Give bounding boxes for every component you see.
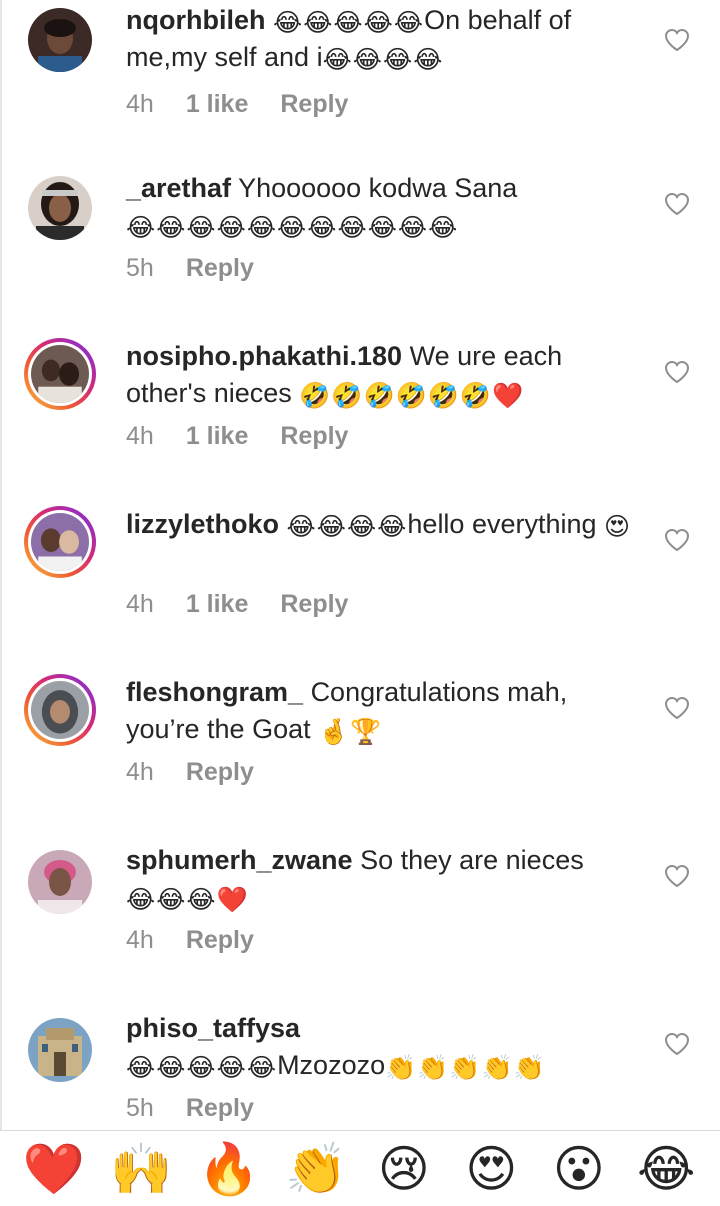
- comment-meta: 4h Reply: [126, 926, 286, 955]
- like-count[interactable]: 1 like: [186, 590, 249, 619]
- comment-username[interactable]: lizzylethoko: [126, 509, 279, 539]
- comment-meta: 4h 1 like Reply: [126, 90, 380, 119]
- spacer-text: [353, 845, 361, 875]
- like-heart-icon[interactable]: [664, 192, 690, 216]
- comment-meta: 4h Reply: [126, 758, 286, 787]
- reply-button[interactable]: Reply: [186, 254, 254, 283]
- clapping-hands-reaction-icon[interactable]: 👏: [284, 1137, 348, 1201]
- comment-item: sphumerh_zwane So they are nieces 😂😂😂❤️ 4…: [0, 845, 720, 1014]
- comment-meta: 5h Reply: [126, 1094, 286, 1123]
- red-heart-reaction-icon[interactable]: ❤️: [22, 1137, 86, 1201]
- avatar[interactable]: [24, 506, 96, 578]
- reply-button[interactable]: Reply: [186, 926, 254, 955]
- emoji-group: 👏👏👏👏👏: [385, 1054, 546, 1082]
- comment-body: sphumerh_zwane So they are nieces 😂😂😂❤️: [126, 842, 636, 916]
- comment-item: nosipho.phakathi.180 We ure each other's…: [0, 338, 720, 506]
- comment-username[interactable]: fleshongram_: [126, 677, 303, 707]
- comment-text: Mzozozo: [277, 1050, 386, 1080]
- comment-username[interactable]: _arethaf: [126, 173, 231, 203]
- reply-button[interactable]: Reply: [186, 1094, 254, 1123]
- like-heart-icon[interactable]: [664, 360, 690, 384]
- avatar-woman-icon: [28, 8, 92, 72]
- avatar[interactable]: [24, 338, 96, 410]
- comment-username[interactable]: nosipho.phakathi.180: [126, 341, 402, 371]
- comment-username[interactable]: nqorhbileh: [126, 5, 265, 35]
- like-count[interactable]: 1 like: [186, 422, 249, 451]
- avatar[interactable]: [24, 172, 96, 244]
- comment-meta: 4h 1 like Reply: [126, 422, 380, 451]
- crying-face-reaction-icon[interactable]: 😢: [372, 1137, 436, 1201]
- reply-button[interactable]: Reply: [280, 422, 348, 451]
- spacer-text: [402, 341, 410, 371]
- reply-button[interactable]: Reply: [280, 90, 348, 119]
- comment-username[interactable]: phiso_taffysa: [126, 1013, 300, 1043]
- comments-list[interactable]: nqorhbileh 😂😂😂😂😂On behalf of me,my self …: [0, 0, 720, 1130]
- reply-button[interactable]: Reply: [280, 590, 348, 619]
- avatar-woman-icon: [28, 176, 92, 240]
- heart-eyes-reaction-icon[interactable]: 😍: [459, 1137, 523, 1201]
- comment-body: lizzylethoko 😂😂😂😂hello everything 😍: [126, 506, 636, 543]
- fire-reaction-icon[interactable]: 🔥: [197, 1137, 261, 1201]
- comment-time: 4h: [126, 926, 154, 954]
- avatar-hoodie-icon: [31, 681, 89, 739]
- comment-body: _arethaf Yhoooooo kodwa Sana 😂😂😂😂😂😂😂😂😂😂😂: [126, 170, 636, 244]
- comment-text: Yhoooooo kodwa Sana: [238, 173, 518, 203]
- spacer-text: [303, 677, 311, 707]
- comment-item: _arethaf Yhoooooo kodwa Sana 😂😂😂😂😂😂😂😂😂😂😂…: [0, 172, 720, 340]
- avatar[interactable]: [24, 4, 96, 76]
- emoji-group: 😂😂😂😂😂: [126, 1054, 278, 1082]
- comment-time: 5h: [126, 254, 154, 282]
- reply-button[interactable]: Reply: [186, 758, 254, 787]
- comment-item: lizzylethoko 😂😂😂😂hello everything 😍 4h 1 …: [0, 506, 720, 674]
- avatar[interactable]: [24, 846, 96, 918]
- comment-body: nqorhbileh 😂😂😂😂😂On behalf of me,my self …: [126, 2, 636, 76]
- avatar[interactable]: [24, 1014, 96, 1086]
- comment-text: hello everything: [407, 509, 605, 539]
- emoji-group: 😂😂😂❤️: [126, 886, 249, 914]
- emoji-group: 😂😂😂😂: [286, 513, 408, 541]
- raising-hands-reaction-icon[interactable]: 🙌: [109, 1137, 173, 1201]
- like-heart-icon[interactable]: [664, 696, 690, 720]
- like-heart-icon[interactable]: [664, 528, 690, 552]
- comment-time: 4h: [126, 422, 154, 450]
- emoji-group: 😂😂😂😂: [322, 46, 444, 74]
- spacer-text: [265, 5, 273, 35]
- like-heart-icon[interactable]: [664, 1032, 690, 1056]
- avatar-selfie-icon: [31, 513, 89, 571]
- comment-item: nqorhbileh 😂😂😂😂😂On behalf of me,my self …: [0, 4, 720, 172]
- tears-of-joy-reaction-icon[interactable]: 😂: [634, 1137, 698, 1201]
- comment-text: So they are nieces: [360, 845, 584, 875]
- emoji-group: 😂😂😂😂😂😂😂😂😂😂😂: [126, 214, 459, 242]
- comment-meta: 5h Reply: [126, 254, 286, 283]
- comment-time: 4h: [126, 758, 154, 786]
- avatar-couple-icon: [31, 345, 89, 403]
- comment-item: fleshongram_ Congratulations mah, you’re…: [0, 674, 720, 842]
- avatar-building-icon: [28, 1018, 92, 1082]
- comment-time: 4h: [126, 90, 154, 118]
- spacer-text: [279, 509, 287, 539]
- emoji-group: 🤣🤣🤣🤣🤣🤣❤️: [299, 382, 525, 410]
- emoji-group: 😂😂😂😂😂: [273, 9, 425, 37]
- like-count[interactable]: 1 like: [186, 90, 249, 119]
- comment-body: fleshongram_ Congratulations mah, you’re…: [126, 674, 636, 748]
- like-heart-icon[interactable]: [664, 28, 690, 52]
- emoji-group: 😍: [604, 513, 632, 541]
- surprised-face-reaction-icon[interactable]: 😮: [547, 1137, 611, 1201]
- like-heart-icon[interactable]: [664, 864, 690, 888]
- comment-body: phiso_taffysa 😂😂😂😂😂Mzozozo👏👏👏👏👏: [126, 1010, 636, 1084]
- comment-meta: 4h 1 like Reply: [126, 590, 380, 619]
- comment-body: nosipho.phakathi.180 We ure each other's…: [126, 338, 636, 412]
- avatar[interactable]: [24, 674, 96, 746]
- comment-username[interactable]: sphumerh_zwane: [126, 845, 353, 875]
- comment-time: 4h: [126, 590, 154, 618]
- comment-time: 5h: [126, 1094, 154, 1122]
- quick-reaction-bar: ❤️ 🙌 🔥 👏 😢 😍 😮 😂: [0, 1131, 720, 1206]
- avatar-woman-icon: [28, 850, 92, 914]
- comment-item: phiso_taffysa 😂😂😂😂😂Mzozozo👏👏👏👏👏 5h Reply: [0, 1013, 720, 1130]
- spacer-text: [231, 173, 238, 203]
- emoji-group: 🤞🏆: [318, 718, 383, 746]
